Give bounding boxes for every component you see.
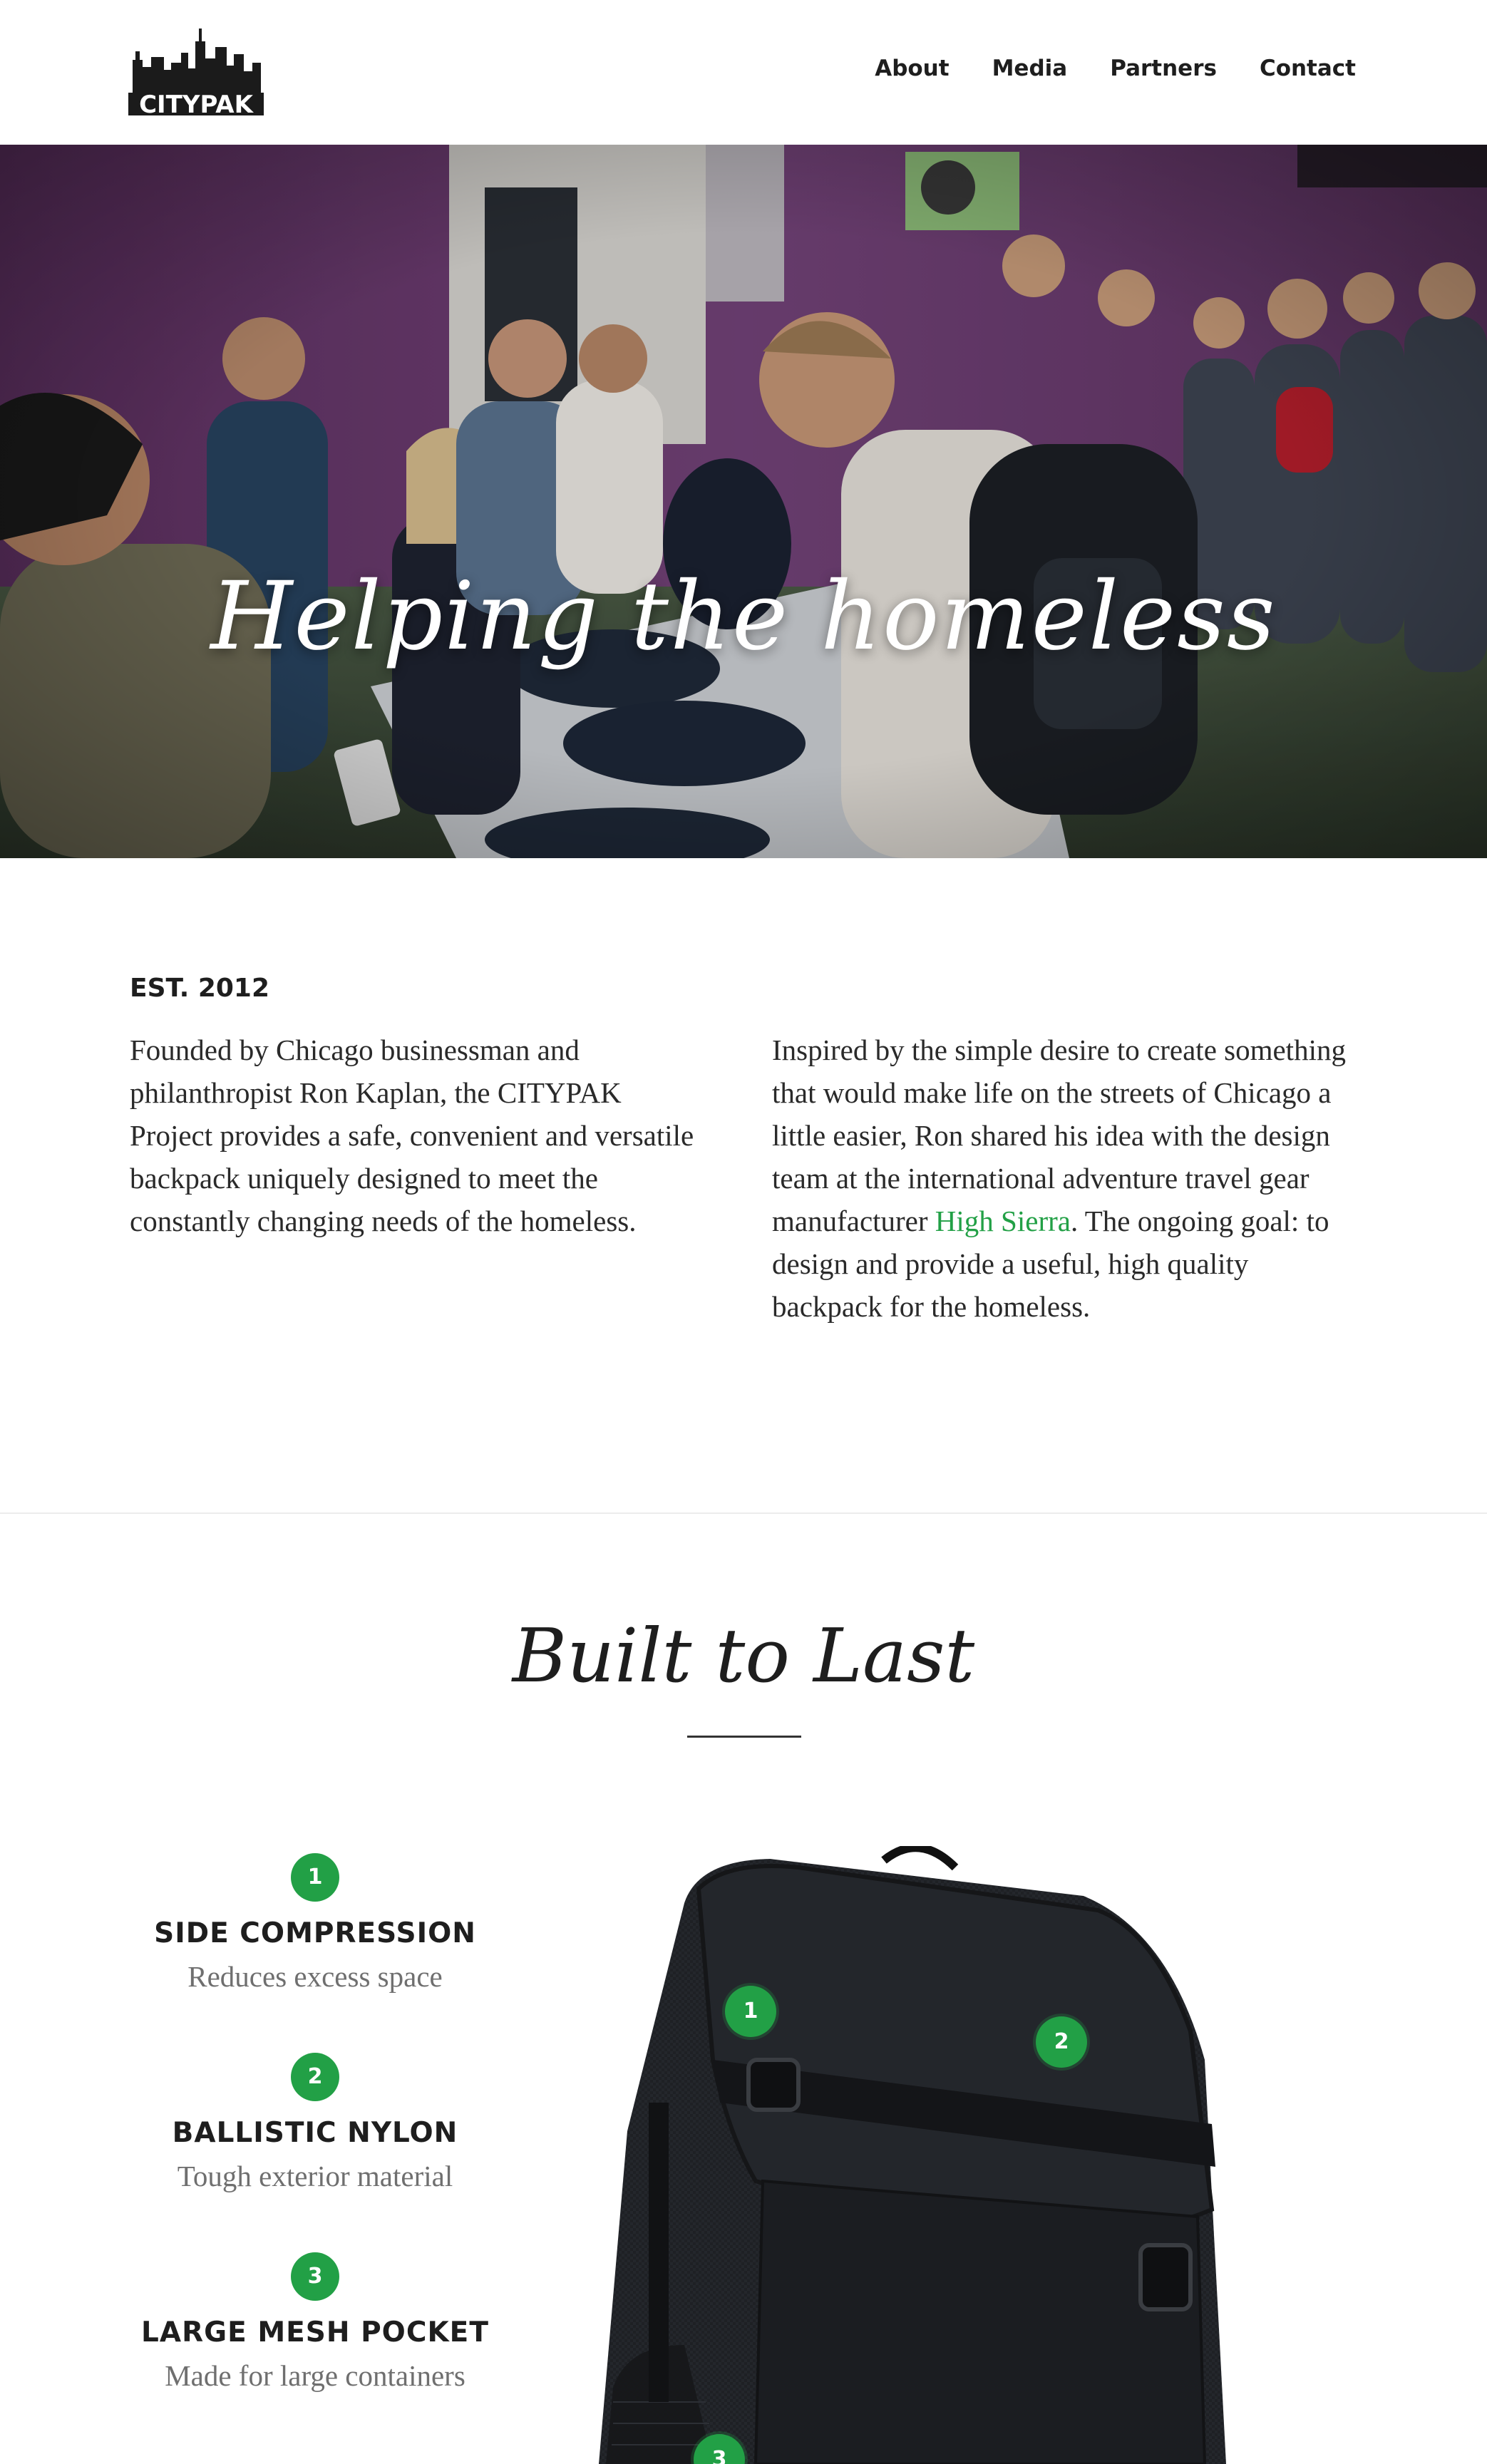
title-underline — [687, 1736, 801, 1738]
nav-contact[interactable]: Contact — [1260, 56, 1356, 81]
feature-description: Tough exterior material — [177, 2160, 453, 2192]
nav-partners[interactable]: Partners — [1110, 56, 1217, 81]
hero-photo — [0, 145, 1487, 858]
main-nav: About Media Partners Contact — [875, 56, 1356, 81]
feature-title: BALLISTIC NYLON — [172, 2117, 458, 2149]
high-sierra-link[interactable]: High Sierra — [935, 1205, 1071, 1237]
backpack-image — [599, 1846, 1226, 2464]
feature-description: Reduces excess space — [187, 1960, 443, 1993]
nav-media[interactable]: Media — [992, 56, 1068, 81]
backpack-diagram: 1 2 3 — [585, 1846, 1397, 2464]
nav-about[interactable]: About — [875, 56, 949, 81]
intro-right-paragraph: Inspired by the simple desire to create … — [772, 1029, 1364, 1328]
citypak-logo[interactable]: CITYPAK — [128, 26, 264, 117]
logo-text: CITYPAK — [139, 91, 254, 117]
feature-title: LARGE MESH POCKET — [141, 2316, 489, 2349]
hero-title: Helping the homeless — [210, 562, 1277, 671]
feature-number-badge: 2 — [291, 2053, 339, 2101]
feature-number-badge: 1 — [291, 1853, 339, 1902]
built-to-last-title: Built to Last — [512, 1612, 975, 1699]
feature-title: SIDE COMPRESSION — [154, 1917, 476, 1949]
feature-description: Made for large containers — [165, 2359, 465, 2392]
feature-ballistic-nylon: 2 BALLISTIC NYLON Tough exterior materia… — [101, 2053, 529, 2193]
section-divider — [0, 1512, 1487, 1514]
feature-number-badge: 3 — [291, 2252, 339, 2301]
hotspot-1[interactable]: 1 — [725, 1986, 776, 2037]
established-label: EST. 2012 — [130, 974, 270, 1003]
hotspot-2[interactable]: 2 — [1036, 2016, 1087, 2068]
intro-left-paragraph: Founded by Chicago businessman and phila… — [130, 1033, 694, 1237]
site-header: CITYPAK About Media Partners Contact — [0, 0, 1487, 145]
hero-banner: Helping the homeless — [0, 145, 1487, 858]
feature-side-compression: 1 SIDE COMPRESSION Reduces excess space — [101, 1853, 529, 1994]
feature-large-mesh-pocket: 3 LARGE MESH POCKET Made for large conta… — [101, 2252, 529, 2393]
